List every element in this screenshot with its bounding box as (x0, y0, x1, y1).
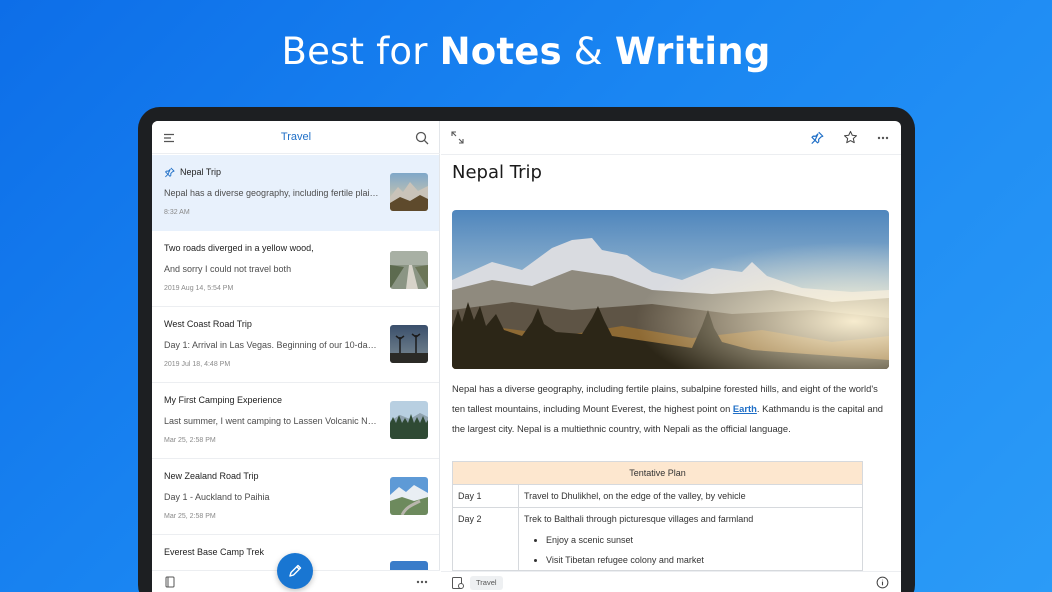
headline-prefix: Best for (281, 30, 440, 73)
list-item[interactable]: Two roads diverged in a yellow wood, And… (152, 231, 439, 307)
note-snippet: Day 1 - Auckland to Paihia (164, 492, 270, 502)
note-title: West Coast Road Trip (164, 319, 252, 329)
content-toolbar (441, 121, 901, 155)
mountain-landscape-image (452, 210, 889, 369)
expand-icon[interactable] (451, 131, 464, 144)
note-time: 2019 Aug 14, 5:54 PM (164, 285, 234, 292)
note-title: Two roads diverged in a yellow wood, (164, 243, 314, 253)
note-body-paragraph[interactable]: Nepal has a diverse geography, including… (452, 379, 888, 439)
headline-amp: & (561, 30, 615, 73)
list-item[interactable]: My First Camping Experience Last summer,… (152, 383, 439, 459)
earth-link[interactable]: Earth (733, 403, 757, 414)
note-info-icon[interactable] (451, 576, 465, 590)
bullet-list: Enjoy a scenic sunset Visit Tibetan refu… (524, 530, 857, 570)
note-thumbnail (390, 401, 428, 439)
search-icon[interactable] (415, 131, 429, 145)
table-cell-day: Day 1 (452, 484, 519, 508)
headline-bold-notes: Notes (439, 30, 562, 73)
note-time: 2019 Jul 18, 4:48 PM (164, 361, 231, 368)
list-item[interactable]: West Coast Road Trip Day 1: Arrival in L… (152, 307, 439, 383)
pin-icon[interactable] (810, 131, 824, 145)
notebook-title[interactable]: Travel (152, 131, 440, 143)
list-item[interactable]: Nepal Trip Nepal has a diverse geography… (152, 155, 439, 231)
table-cell-plan-group: Trek to Balthali through picturesque vil… (518, 507, 863, 571)
note-time: 8:32 AM (164, 209, 190, 216)
list-item: Visit Tibetan refugee colony and market (546, 550, 857, 570)
note-time: Mar 25, 2:58 PM (164, 437, 216, 444)
note-thumbnail (390, 325, 428, 363)
more-options-icon[interactable] (876, 132, 890, 144)
content-footer: Travel (441, 571, 901, 592)
note-title: My First Camping Experience (164, 395, 283, 405)
note-content-pane: Nepal Trip Nepal has a diverse geography… (441, 121, 901, 592)
note-snippet: Day 1: Arrival in Las Vegas. Beginning o… (164, 340, 380, 350)
note-snippet: Nepal has a diverse geography, including… (164, 188, 380, 198)
note-thumbnail (390, 251, 428, 289)
note-snippet: Last summer, I went camping to Lassen Vo… (164, 416, 380, 426)
list-item: Enjoy a scenic sunset (546, 530, 857, 550)
table-row[interactable]: Day 2 Trek to Balthali through picturesq… (452, 507, 863, 571)
table-cell-plan: Trek to Balthali through picturesque vil… (524, 514, 754, 524)
note-title: New Zealand Road Trip (164, 471, 259, 481)
note-snippet: And sorry I could not travel both (164, 264, 292, 274)
new-note-button[interactable] (277, 553, 313, 589)
more-options-icon[interactable] (415, 576, 429, 588)
table-header: Tentative Plan (452, 461, 863, 485)
headline: Best for Notes & Writing (0, 30, 1052, 73)
note-thumbnail (390, 477, 428, 515)
table-cell-plan: Travel to Dhulikhel, on the edge of the … (518, 484, 863, 508)
pencil-icon (289, 564, 302, 577)
note-time: Mar 25, 2:58 PM (164, 513, 216, 520)
notebook-icon[interactable] (164, 576, 176, 588)
note-title: Nepal Trip (180, 167, 222, 177)
note-thumbnail (390, 173, 428, 211)
headline-bold-writing: Writing (614, 30, 771, 73)
tag-chip[interactable]: Travel (470, 576, 503, 590)
pin-icon (165, 167, 175, 178)
star-icon[interactable] (843, 130, 858, 145)
note-title[interactable]: Nepal Trip (452, 162, 542, 183)
table-row[interactable]: Day 1 Travel to Dhulikhel, on the edge o… (452, 484, 863, 508)
tentative-plan-table[interactable]: Tentative Plan Day 1 Travel to Dhulikhel… (452, 461, 863, 571)
list-item[interactable]: New Zealand Road Trip Day 1 - Auckland t… (152, 459, 439, 535)
note-list-pane: Travel Nepal Trip Nepal has a diverse ge… (152, 121, 440, 592)
app-screen: Travel Nepal Trip Nepal has a diverse ge… (152, 121, 901, 592)
info-icon[interactable] (876, 576, 889, 589)
table-cell-day: Day 2 (452, 507, 519, 571)
note-title: Everest Base Camp Trek (164, 547, 265, 557)
list-header: Travel (152, 121, 440, 154)
